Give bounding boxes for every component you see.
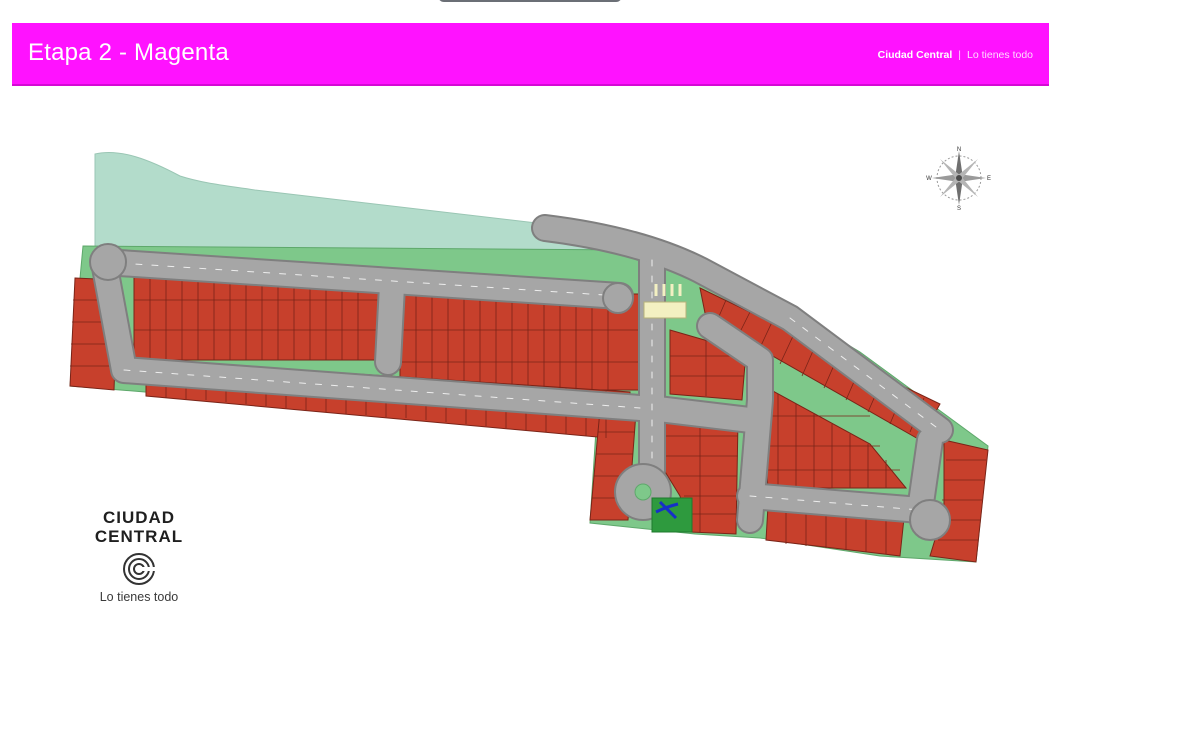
compass-north: N: [957, 147, 961, 153]
compass-rose-icon: N S E W: [926, 147, 991, 211]
logo-line-2: CENTRAL: [94, 527, 184, 546]
compass-west: W: [926, 176, 932, 182]
compass-east: E: [987, 176, 991, 182]
logo-tagline: Lo tienes todo: [99, 590, 179, 604]
site-plan-map: [69, 151, 989, 563]
compass-south: S: [957, 206, 961, 211]
cul-de-sac-east: [602, 282, 634, 314]
ciudad-central-logo-icon: [123, 553, 155, 585]
cul-de-sac-west: [89, 243, 127, 281]
ciudad-central-logo: CIUDAD CENTRAL Lo tienes todo: [88, 508, 190, 604]
logo-line-1: CIUDAD: [102, 508, 176, 527]
gatehouse: [643, 301, 687, 319]
cul-de-sac-south-east: [909, 499, 951, 541]
roundabout-island: [634, 483, 652, 501]
